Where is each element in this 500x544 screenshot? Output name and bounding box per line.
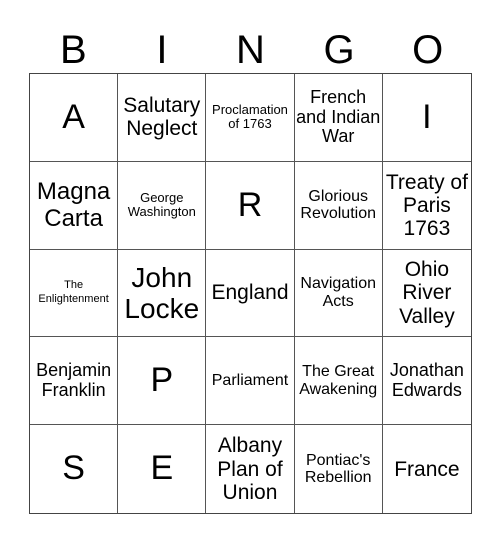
bingo-cell[interactable]: R bbox=[206, 161, 295, 250]
bingo-grid: A Salutary Neglect Proclamation of 1763 … bbox=[29, 73, 472, 514]
bingo-cell[interactable]: S bbox=[30, 425, 119, 513]
bingo-cell[interactable]: A bbox=[30, 74, 119, 162]
bingo-cell[interactable]: John Locke bbox=[118, 249, 207, 338]
bingo-cell[interactable]: P bbox=[118, 337, 207, 426]
bingo-cell[interactable]: Proclamation of 1763 bbox=[206, 74, 295, 162]
bingo-cell[interactable]: France bbox=[383, 425, 471, 513]
bingo-cell[interactable]: Salutary Neglect bbox=[118, 74, 207, 162]
bingo-cell[interactable]: Benjamin Franklin bbox=[30, 337, 119, 426]
bingo-cell[interactable]: I bbox=[382, 74, 471, 162]
header-letter-b: B bbox=[59, 28, 87, 72]
bingo-cell[interactable]: French and Indian War bbox=[294, 74, 383, 162]
bingo-cell[interactable]: The Great Awakening bbox=[294, 337, 383, 426]
bingo-cell[interactable]: Ohio River Valley bbox=[382, 250, 471, 338]
bingo-cell[interactable]: Navigation Acts bbox=[294, 249, 383, 338]
bingo-cell[interactable]: Parliament bbox=[206, 337, 295, 426]
bingo-cell[interactable]: Albany Plan of Union bbox=[206, 425, 295, 513]
header-letter-i: I bbox=[156, 28, 168, 72]
bingo-cell[interactable]: England bbox=[206, 249, 295, 338]
bingo-cell[interactable]: Treaty of Paris 1763 bbox=[382, 162, 471, 250]
bingo-cell[interactable]: Glorious Revolution bbox=[294, 161, 383, 250]
header-letter-g: G bbox=[323, 28, 355, 72]
header-letter-o: O bbox=[412, 28, 444, 72]
bingo-header: B I N G O bbox=[29, 28, 472, 72]
bingo-cell[interactable]: E bbox=[118, 425, 207, 513]
bingo-cell[interactable]: Pontiac's Rebellion bbox=[295, 425, 383, 513]
bingo-cell[interactable]: The Enlightenment bbox=[30, 249, 119, 338]
header-letter-n: N bbox=[236, 28, 265, 72]
bingo-cell[interactable]: George Washington bbox=[118, 161, 207, 250]
bingo-cell[interactable]: Jonathan Edwards bbox=[382, 337, 471, 426]
bingo-cell[interactable]: Magna Carta bbox=[30, 161, 119, 250]
